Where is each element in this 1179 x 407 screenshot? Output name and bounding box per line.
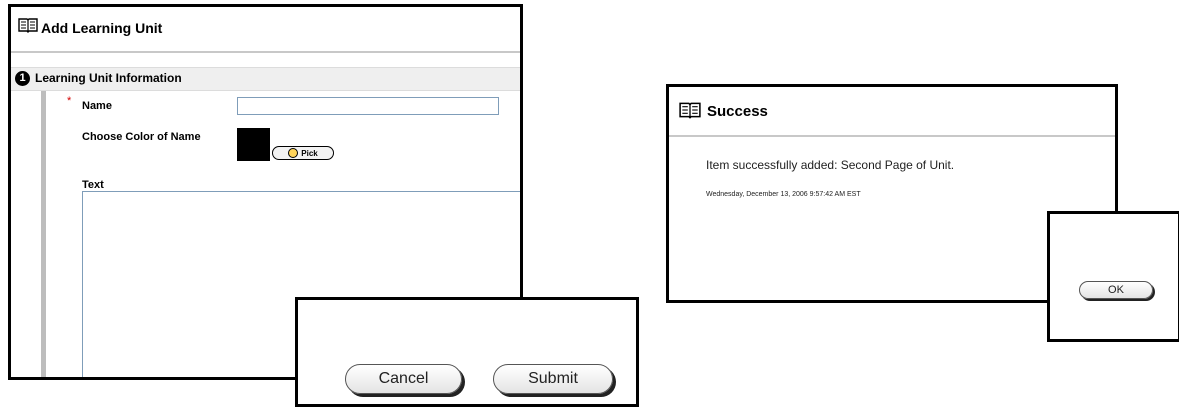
- text-label: Text: [82, 179, 104, 191]
- ok-button[interactable]: OK: [1079, 281, 1153, 299]
- page-header: Add Learning Unit: [11, 7, 520, 53]
- cancel-button[interactable]: Cancel: [345, 364, 462, 394]
- success-message: Item successfully added: Second Page of …: [706, 158, 955, 172]
- book-icon: [18, 18, 38, 33]
- step-number-badge: 1: [15, 71, 30, 86]
- success-header: Success: [669, 87, 1115, 137]
- success-title: Success: [707, 103, 768, 120]
- color-label: Choose Color of Name: [82, 131, 201, 143]
- color-swatch: [237, 128, 270, 161]
- page-title: Add Learning Unit: [41, 20, 163, 36]
- pick-color-button[interactable]: Pick: [272, 146, 334, 160]
- name-input[interactable]: [237, 97, 499, 115]
- buttons-callout: Cancel Submit: [295, 297, 639, 407]
- required-marker: *: [67, 95, 72, 107]
- section-title: Learning Unit Information: [35, 71, 182, 85]
- ok-callout: OK: [1047, 211, 1179, 342]
- section-header: 1 Learning Unit Information: [11, 67, 520, 91]
- color-wheel-icon: [288, 148, 299, 158]
- name-label: Name: [82, 100, 112, 112]
- book-icon: [679, 102, 701, 119]
- submit-button[interactable]: Submit: [493, 364, 613, 394]
- pick-label: Pick: [301, 148, 318, 158]
- section-rule: [41, 91, 46, 377]
- success-timestamp: Wednesday, December 13, 2006 9:57:42 AM …: [706, 191, 861, 198]
